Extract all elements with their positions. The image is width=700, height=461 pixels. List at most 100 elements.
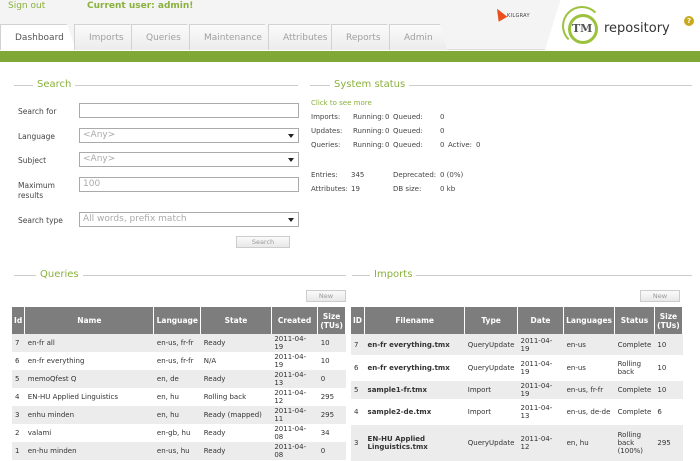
table-cell: en-fr everything.tmx <box>364 334 465 355</box>
queries-table: Id Name Language State Created Size (TUs… <box>12 307 346 460</box>
table-row[interactable]: 6 en-fr everything en-us, fr-fr N/A 2011-04-… <box>12 352 346 370</box>
table-cell: Complete <box>614 399 655 425</box>
col-import-id[interactable]: ID <box>351 307 366 334</box>
updates-running-value: 0 <box>385 127 390 135</box>
imports-status-label: Imports: <box>311 113 341 121</box>
new-query-button[interactable]: New <box>306 290 346 302</box>
tab-attributes[interactable]: Attributes <box>268 24 338 50</box>
updates-queued-value: 0 <box>440 127 445 135</box>
table-cell: 1 <box>12 442 25 460</box>
col-created[interactable]: Created <box>271 307 319 334</box>
language-label: Language <box>18 132 56 141</box>
table-row[interactable]: 5 memoQfest Qen, de Ready 2011-04-13 0 <box>12 370 346 388</box>
table-cell: 6 <box>12 352 25 370</box>
queries-status-label: Queries: <box>311 141 341 149</box>
table-cell: Import <box>464 381 518 399</box>
table-cell: 6 <box>351 355 365 381</box>
accent-bar <box>0 51 700 62</box>
table-cell: valami <box>24 424 154 442</box>
table-row[interactable]: 4 EN-HU Applied Linguistics en, hu Rolling … <box>12 388 346 406</box>
subject-select[interactable]: <Any> <box>79 152 299 167</box>
table-cell: en-gb, hu <box>153 424 201 442</box>
table-cell: 295 <box>317 388 346 406</box>
col-size[interactable]: Size (TUs) <box>317 307 346 334</box>
tab-maintenance[interactable]: Maintenance <box>189 24 275 50</box>
table-row[interactable]: 7 en-fr everything.tmx QueryUpdate 2011-04-… <box>351 334 683 355</box>
current-user-label: Current user: admin! <box>87 1 194 11</box>
table-cell: en, de <box>153 370 201 388</box>
table-cell: Ready (mapped) <box>200 406 272 424</box>
attributes-label: Attributes: <box>311 185 348 193</box>
imports-running-value: 0 <box>385 113 390 121</box>
table-cell: 7 <box>12 334 25 352</box>
tab-admin[interactable]: Admin <box>389 24 447 50</box>
imports-title: Imports <box>370 269 417 280</box>
table-cell: Ready <box>200 442 272 460</box>
table-cell: Rolling back <box>200 388 272 406</box>
table-cell: en-us <box>563 334 615 355</box>
updates-running-label: Running: <box>353 127 385 135</box>
table-cell: 2011-04-19 <box>517 381 564 399</box>
table-cell: 5 <box>12 370 25 388</box>
see-more-link[interactable]: Click to see more <box>311 99 372 107</box>
search-type-select[interactable]: All words, prefix match <box>79 212 299 227</box>
col-languages[interactable]: Languages <box>563 307 616 334</box>
col-state[interactable]: State <box>200 307 272 334</box>
new-import-button[interactable]: New <box>640 290 680 302</box>
table-cell: 4 <box>12 388 25 406</box>
search-for-label: Search for <box>18 107 57 116</box>
table-row[interactable]: 4 sample2-de.tmx Import 2011-04-13 en-us, de… <box>351 399 683 425</box>
search-button[interactable]: Search <box>236 236 290 248</box>
table-cell: EN-HU Applied Linguistics <box>24 388 154 406</box>
table-cell: en-us, fr-fr <box>563 381 615 399</box>
table-row[interactable]: 5 sample1-fr.tmx Import 2011-04-19 en-us, fr… <box>351 381 683 399</box>
queries-title: Queries <box>36 269 83 280</box>
table-row[interactable]: 1 en-hu minden en-us, hu Ready 2011-04-08 0 <box>12 442 346 460</box>
table-cell: 6 <box>654 399 683 425</box>
table-cell: 2011-04-11 <box>271 406 318 424</box>
table-cell: sample1-fr.tmx <box>364 381 465 399</box>
table-cell: enhu minden <box>24 406 154 424</box>
table-cell: Ready <box>200 370 272 388</box>
queries-queued-label: Queued: <box>393 141 423 149</box>
table-row[interactable]: 6 en-fr everything.tmx QueryUpdate 2011-04-… <box>351 355 683 381</box>
table-cell: 7 <box>351 334 365 355</box>
sign-out-link[interactable]: Sign out <box>8 1 45 11</box>
help-icon[interactable]: ? <box>684 16 694 26</box>
table-cell: 5 <box>351 381 365 399</box>
table-row[interactable]: 3 enhu minden en, hu Ready (mapped) 2011-04-… <box>12 406 346 424</box>
logo-tm: TM <box>572 22 593 35</box>
kilgray-mark-icon <box>492 6 508 22</box>
search-input[interactable] <box>79 103 299 118</box>
queries-running-value: 0 <box>385 141 390 149</box>
col-date[interactable]: Date <box>517 307 565 334</box>
table-cell: sample2-de.tmx <box>364 399 465 425</box>
col-name[interactable]: Name <box>24 307 155 334</box>
col-status[interactable]: Status <box>614 307 655 334</box>
tab-dashboard[interactable]: Dashboard <box>0 24 76 50</box>
search-type-label: Search type <box>18 216 63 225</box>
tab-queries[interactable]: Queries <box>131 24 195 50</box>
table-row[interactable]: 7 en-fr all en-us, fr-fr Ready 2011-04-19 10 <box>12 334 346 352</box>
table-cell: 2011-04-19 <box>271 334 318 352</box>
col-id[interactable]: Id <box>12 307 26 334</box>
col-language[interactable]: Language <box>153 307 202 334</box>
max-results-input[interactable]: 100 <box>79 177 299 192</box>
table-cell: QueryUpdate <box>464 334 518 355</box>
tab-imports[interactable]: Imports <box>74 24 138 50</box>
tab-reports[interactable]: Reports <box>331 24 395 50</box>
attributes-value: 19 <box>351 185 360 193</box>
language-value: <Any> <box>83 130 116 140</box>
queries-active-value: 0 <box>476 141 481 149</box>
logo-text: repository <box>604 21 670 36</box>
col-filename[interactable]: Filename <box>364 307 466 334</box>
table-cell: 34 <box>317 424 346 442</box>
table-row[interactable]: 2 valami en-gb, hu Ready 2011-04-08 34 <box>12 424 346 442</box>
search-title: Search <box>33 79 76 90</box>
col-import-size[interactable]: Size (TUs) <box>654 307 684 334</box>
language-select[interactable]: <Any> <box>79 128 299 143</box>
col-type[interactable]: Type <box>464 307 518 334</box>
entries-label: Entries: <box>311 171 338 179</box>
table-cell: 2011-04-19 <box>517 355 564 381</box>
imports-queued-value: 0 <box>440 113 445 121</box>
